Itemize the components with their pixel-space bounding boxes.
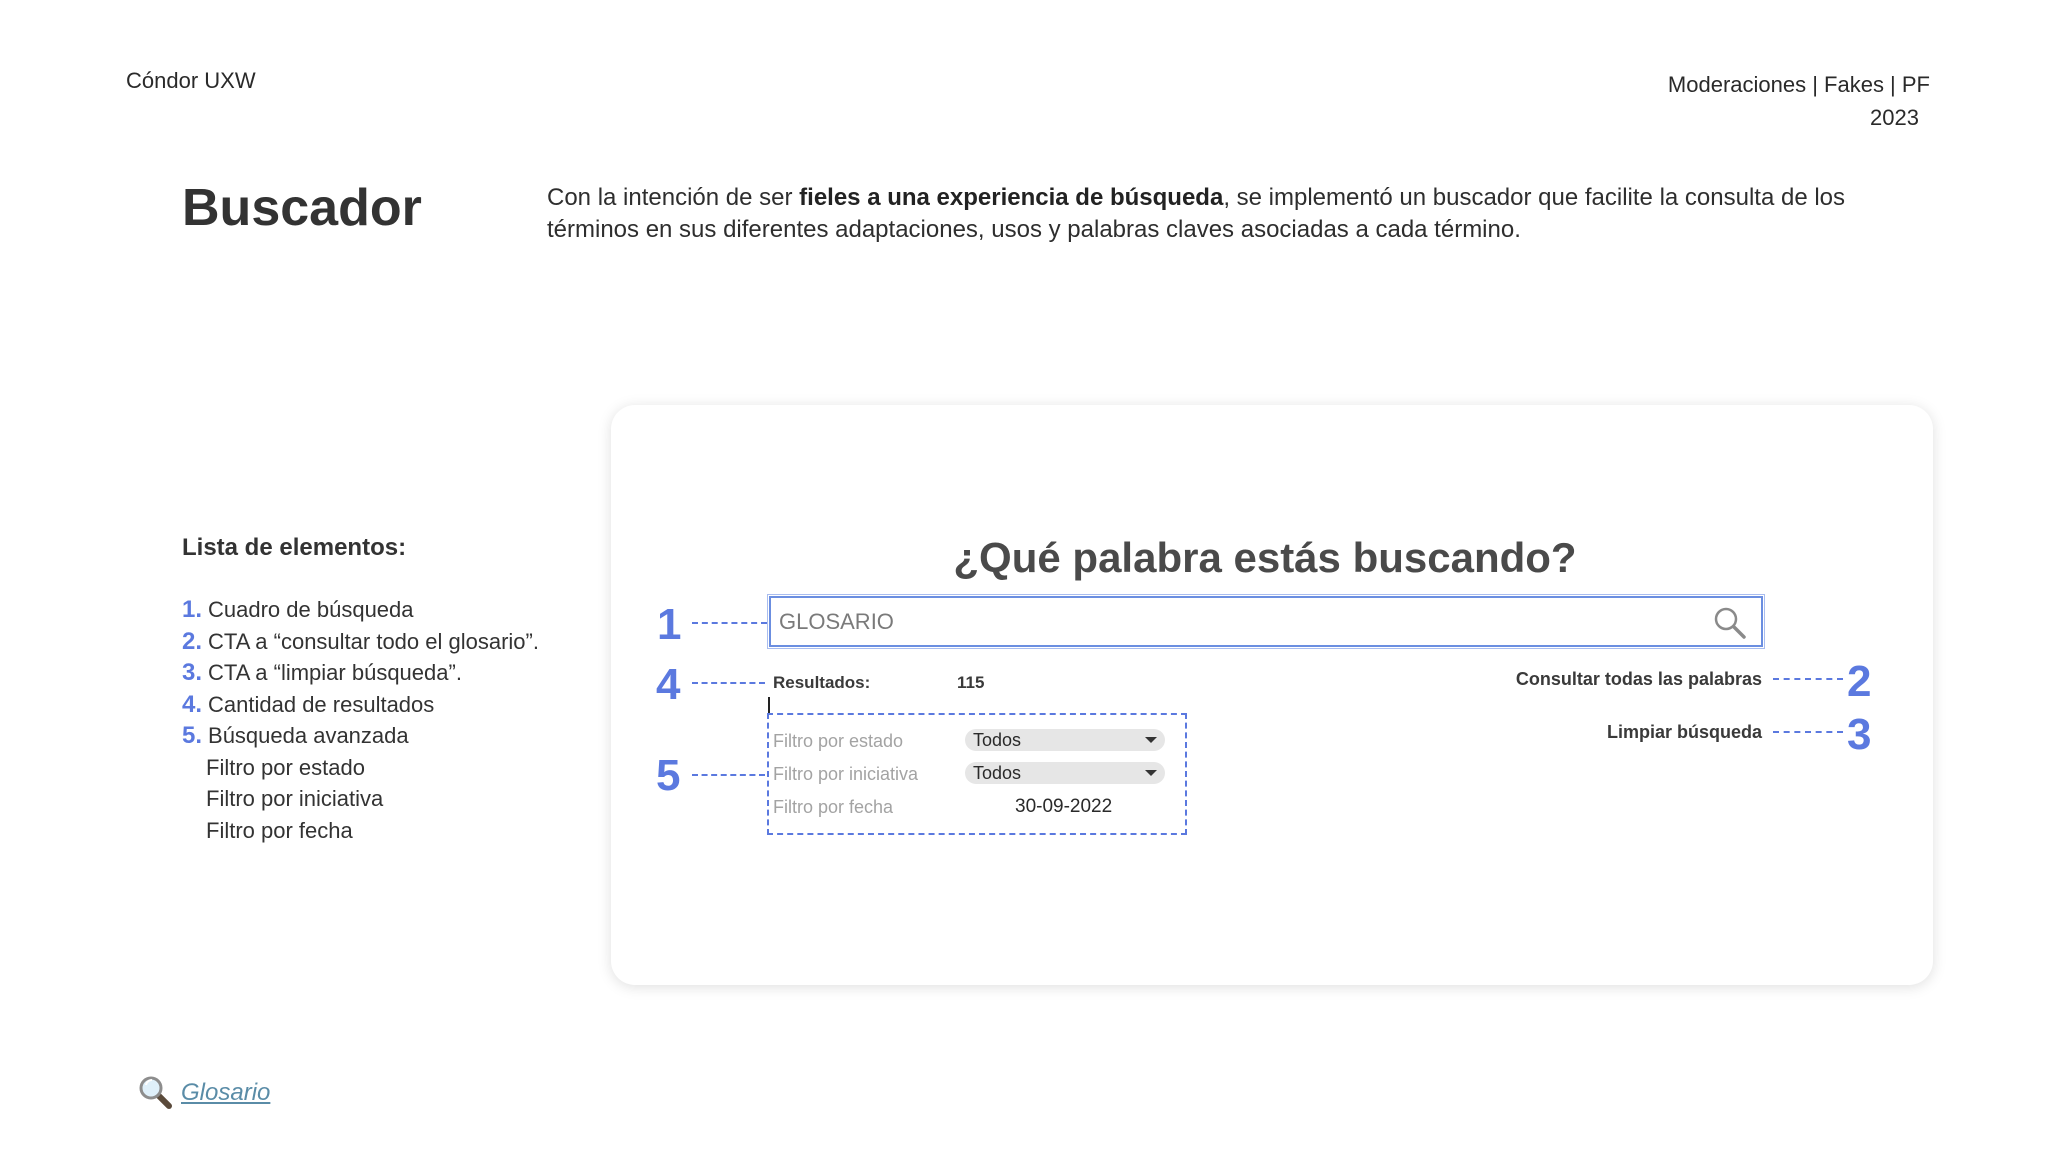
magnifier-icon <box>139 1076 172 1109</box>
callout-connector <box>1773 678 1843 680</box>
list-item-number: 1. <box>182 596 203 623</box>
mockup-card <box>611 405 1933 985</box>
search-input[interactable] <box>777 606 1681 638</box>
list-item-label: CTA a “consultar todo el glosario”. <box>208 628 539 654</box>
list-item-label: Cantidad de resultados <box>208 691 435 717</box>
callout-connector <box>692 622 767 624</box>
list-item-number: 2. <box>182 627 203 655</box>
list-item-label: Búsqueda avanzada <box>208 723 409 748</box>
filter-date-label: Filtro por fecha <box>773 797 894 817</box>
intro-text-bold: fieles a una experiencia de búsqueda <box>799 184 1224 211</box>
filter-state-value: Todos <box>973 730 1022 750</box>
list-item-number: 4. <box>182 690 203 718</box>
document-meta: Moderaciones | Fakes | PF 2023 <box>1668 68 1930 134</box>
chevron-down-icon <box>1145 770 1157 776</box>
list-subitem: Filtro por estado <box>206 754 365 780</box>
section-intro: Con la intención de ser fieles a una exp… <box>547 182 1847 246</box>
meta-project: Moderaciones | Fakes | PF <box>1667 72 1930 97</box>
callout-number: 5 <box>656 751 681 800</box>
callout-number: 4 <box>656 660 681 709</box>
callout-number: 3 <box>1847 710 1872 759</box>
results-count: 115 <box>957 673 985 692</box>
consult-all-button[interactable]: Consultar todas las palabras <box>1516 669 1762 690</box>
list-item: 2. CTA a “consultar todo el glosario”. <box>182 626 539 658</box>
list-item-label: CTA a “limpiar búsqueda”. <box>208 660 462 685</box>
callout-connector <box>1773 731 1843 733</box>
list-item-number: 3. <box>182 659 203 686</box>
text-cursor <box>768 697 770 713</box>
callout-number: 2 <box>1847 657 1872 706</box>
callout-number: 1 <box>657 600 682 649</box>
list-subitem: Filtro por iniciativa <box>206 786 384 811</box>
clear-search-button[interactable]: Limpiar búsqueda <box>1607 722 1762 743</box>
filter-state-label: Filtro por estado <box>773 731 904 751</box>
search-icon[interactable] <box>1711 604 1749 642</box>
filter-state-select[interactable]: Todos <box>965 729 1165 751</box>
glossary-link[interactable]: Glosario <box>181 1079 270 1107</box>
filter-initiative-select[interactable]: Todos <box>965 762 1165 784</box>
list-item-label: Cuadro de búsqueda <box>208 597 414 622</box>
chevron-down-icon <box>1145 737 1157 743</box>
brand-name: Cóndor UXW <box>126 68 256 93</box>
callout-connector <box>692 774 765 776</box>
list-item: 3. CTA a “limpiar búsqueda”. <box>182 657 539 689</box>
callout-connector <box>692 682 765 684</box>
results-label: Resultados: <box>773 673 871 692</box>
list-item: 5. Búsqueda avanzada <box>182 720 539 752</box>
intro-text-start: Con la intención de ser <box>547 184 800 211</box>
list-item-number: 5. <box>182 722 203 749</box>
filter-date-value[interactable]: 30-09-2022 <box>1015 796 1112 818</box>
filter-initiative-label: Filtro por iniciativa <box>773 764 919 784</box>
meta-year: 2023 <box>1870 105 1919 130</box>
section-title: Buscador <box>182 179 422 237</box>
list-subitem: Filtro por fecha <box>206 817 353 843</box>
elements-list-title: Lista de elementos: <box>182 534 407 561</box>
list-item: 4. Cantidad de resultados <box>182 689 539 721</box>
filter-initiative-value: Todos <box>973 763 1022 783</box>
list-item: 1. Cuadro de búsqueda <box>182 594 539 626</box>
search-box[interactable] <box>767 594 1765 649</box>
elements-list: 1. Cuadro de búsqueda 2. CTA a “consultar … <box>182 594 539 846</box>
search-heading: ¿Qué palabra estás buscando? <box>953 534 1577 581</box>
